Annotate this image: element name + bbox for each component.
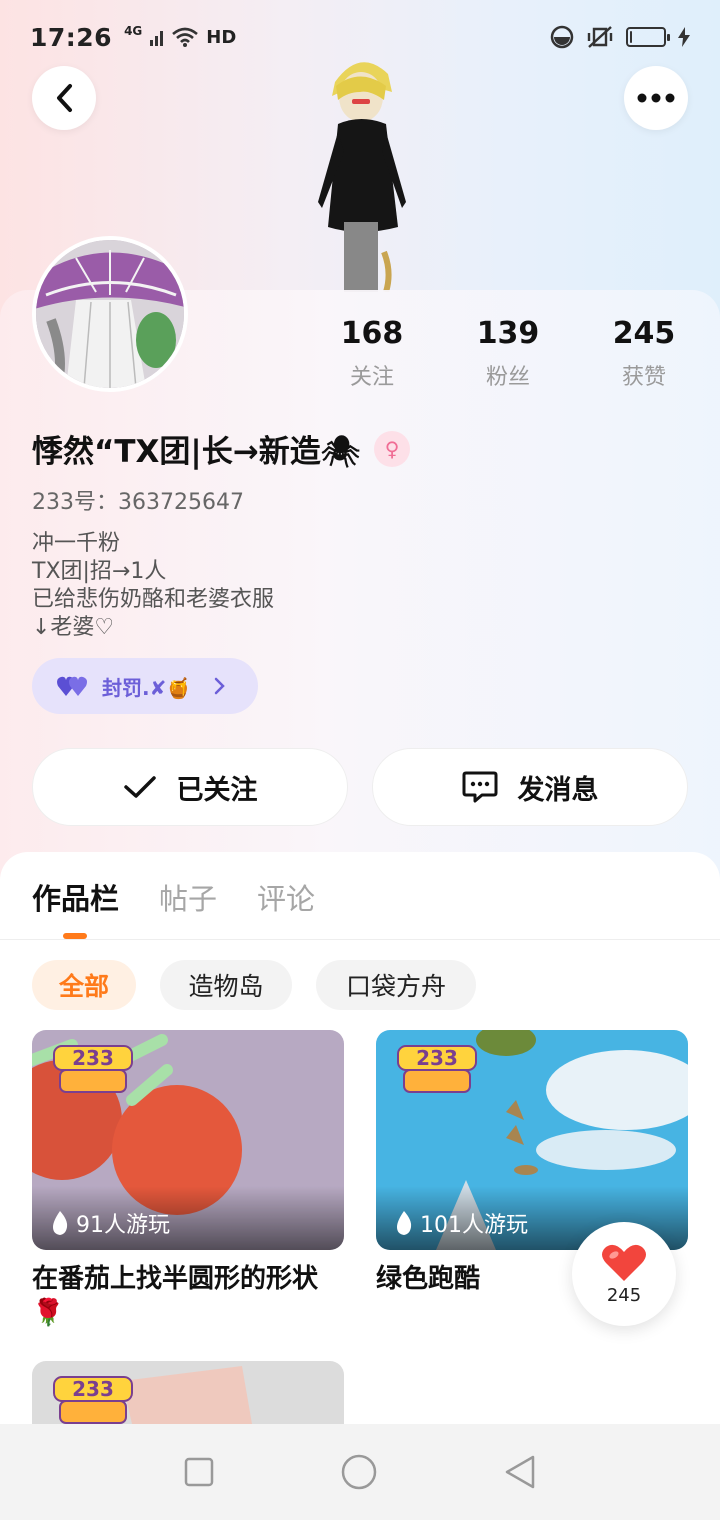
back-nav-icon[interactable] bbox=[504, 1455, 536, 1489]
system-nav-bar bbox=[0, 1424, 720, 1520]
battery-icon bbox=[626, 27, 670, 47]
username: 悸然“TX团|长→新造🕷 bbox=[32, 434, 361, 470]
stat-following-label: 关注 bbox=[349, 365, 394, 390]
honor-badge-button[interactable]: 封罚.✘🍯 bbox=[32, 658, 258, 714]
network-label: 4G bbox=[124, 24, 143, 38]
more-horizontal-icon bbox=[637, 93, 675, 103]
svg-text:233: 233 bbox=[72, 1377, 114, 1401]
heart-icon bbox=[602, 1244, 646, 1281]
tab-posts[interactable]: 帖子 bbox=[159, 876, 217, 918]
work-card[interactable]: 233 91人游玩 在番茄上找半圆形的形状🌹 bbox=[32, 1030, 344, 1330]
badge-233-creation-island: 233 bbox=[50, 1042, 136, 1098]
work-thumbnail: 233 101人游玩 bbox=[376, 1030, 688, 1250]
stat-likes-value: 245 bbox=[612, 316, 676, 351]
following-label: 已关注 bbox=[176, 774, 258, 806]
character-avatar-figure[interactable] bbox=[300, 52, 420, 292]
stat-likes-label: 获赞 bbox=[621, 365, 666, 390]
following-button[interactable]: 已关注 bbox=[32, 748, 348, 826]
send-message-button[interactable]: 发消息 bbox=[372, 748, 688, 826]
chevron-left-icon bbox=[57, 84, 72, 112]
honor-label: 封罚.✘🍯 bbox=[102, 675, 192, 700]
like-button[interactable]: 245 bbox=[572, 1222, 676, 1326]
work-thumbnail: 233 bbox=[32, 1361, 344, 1424]
username-row: 悸然“TX团|长→新造🕷 ♀ bbox=[32, 426, 411, 471]
svg-text:233: 233 bbox=[416, 1046, 458, 1070]
battery-fill bbox=[630, 31, 632, 43]
avatar-image bbox=[36, 240, 184, 388]
check-icon bbox=[123, 776, 156, 798]
chevron-right-icon bbox=[215, 677, 226, 695]
stat-followers-label: 粉丝 bbox=[485, 365, 530, 390]
more-button[interactable] bbox=[624, 66, 688, 130]
charging-icon bbox=[678, 27, 690, 47]
work-title: 在番茄上找半圆形的形状🌹 bbox=[32, 1264, 319, 1328]
stat-following[interactable]: 168 关注 bbox=[312, 316, 432, 391]
mute-vibrate-icon bbox=[587, 26, 613, 48]
tab-works[interactable]: 作品栏 bbox=[32, 876, 119, 918]
svg-text:233: 233 bbox=[72, 1046, 114, 1070]
back-button[interactable] bbox=[32, 66, 96, 130]
stat-followers[interactable]: 139 粉丝 bbox=[448, 316, 568, 391]
wifi-icon bbox=[172, 27, 199, 47]
stat-following-value: 168 bbox=[340, 316, 404, 351]
profile-tabs: 作品栏 帖子 评论 bbox=[32, 876, 315, 918]
tab-comments[interactable]: 评论 bbox=[257, 876, 315, 918]
hd-label: HD bbox=[206, 26, 237, 48]
work-plays-label: 101人游玩 bbox=[420, 1213, 528, 1238]
badge-233-creation-island: 233 bbox=[50, 1373, 136, 1424]
avatar[interactable] bbox=[32, 236, 188, 392]
flame-icon bbox=[53, 1211, 68, 1235]
bio: 冲一千粉 TX团|招→1人 已给悲伤奶酪和老婆衣服 ↓老婆♡ bbox=[32, 530, 274, 642]
double-heart-icon bbox=[57, 676, 87, 696]
bio-line: 已给悲伤奶酪和老婆衣服 bbox=[32, 587, 275, 612]
bio-line: ↓老婆♡ bbox=[32, 615, 115, 640]
bio-line: 冲一千粉 bbox=[32, 531, 121, 556]
recent-apps-icon[interactable] bbox=[184, 1457, 214, 1487]
tabs-divider bbox=[0, 939, 720, 940]
chat-bubble-icon bbox=[462, 771, 497, 803]
focus-mode-icon bbox=[550, 25, 574, 49]
flame-icon bbox=[397, 1211, 412, 1235]
stat-likes[interactable]: 245 获赞 bbox=[584, 316, 704, 391]
gender-female-icon: ♀ bbox=[374, 430, 411, 467]
bio-line: TX团|招→1人 bbox=[32, 559, 167, 584]
filter-creation-island[interactable]: 造物岛 bbox=[160, 960, 292, 1010]
work-plays-label: 91人游玩 bbox=[76, 1213, 170, 1238]
user-id: 233号：363725647 bbox=[32, 490, 244, 515]
badge-233-creation-island: 233 bbox=[394, 1042, 480, 1098]
filter-pocket-ark[interactable]: 口袋方舟 bbox=[316, 960, 476, 1010]
status-time: 17:26 bbox=[30, 22, 113, 52]
status-network: 4G HD bbox=[124, 24, 237, 48]
filter-all[interactable]: 全部 bbox=[32, 960, 136, 1010]
like-count: 245 bbox=[606, 1284, 642, 1306]
signal-icon bbox=[150, 31, 164, 46]
work-thumbnail: 233 91人游玩 bbox=[32, 1030, 344, 1250]
stat-followers-value: 139 bbox=[476, 316, 540, 351]
send-message-label: 发消息 bbox=[517, 774, 599, 806]
home-icon[interactable] bbox=[341, 1454, 377, 1490]
work-card[interactable]: 233 bbox=[32, 1361, 344, 1424]
work-plays: 91人游玩 bbox=[32, 1186, 344, 1250]
